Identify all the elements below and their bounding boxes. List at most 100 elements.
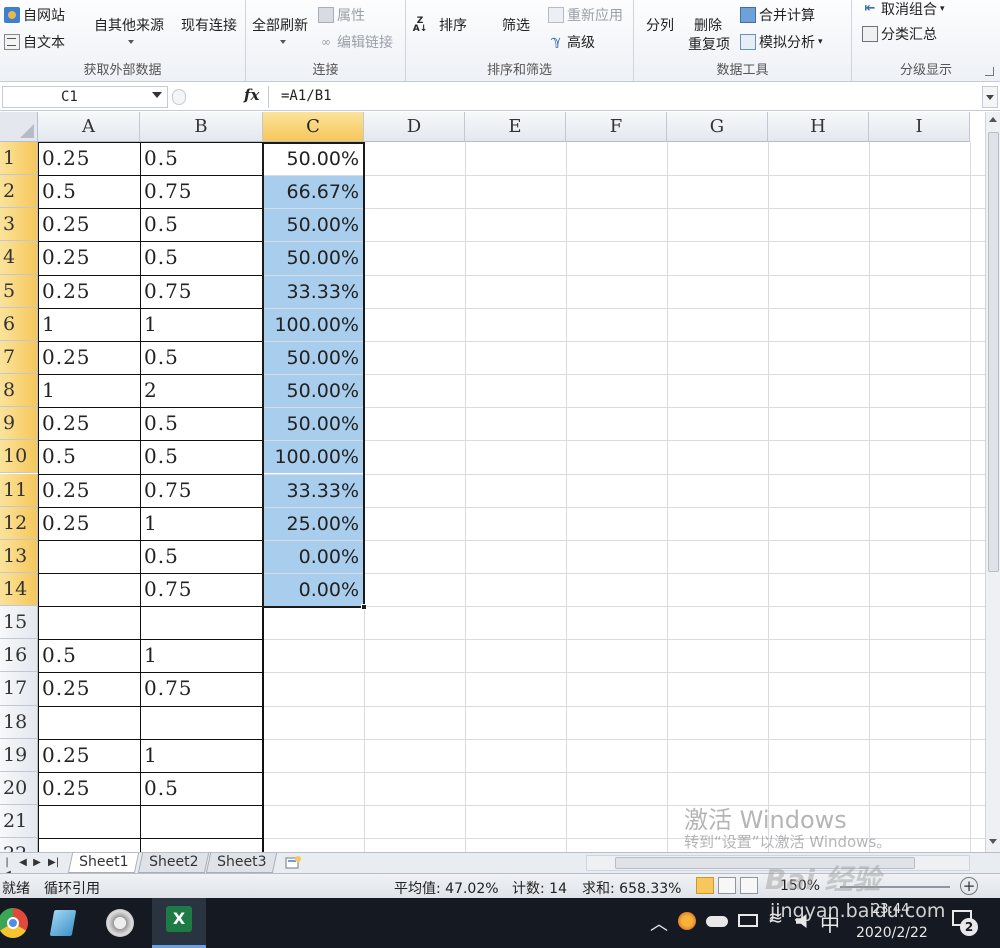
status-circular-reference[interactable]: 循环引用 — [44, 878, 100, 898]
cell-a15[interactable] — [38, 606, 140, 639]
cell-b15[interactable] — [140, 606, 263, 639]
dialog-launcher-icon[interactable] — [985, 67, 994, 76]
ungroup-button[interactable]: ⇤ 取消组合 ▾ — [862, 0, 945, 19]
formula-input[interactable]: =A1/B1 — [268, 86, 980, 108]
cell-b6[interactable]: 1 — [140, 308, 263, 341]
row-header[interactable]: 11 — [0, 473, 38, 507]
advanced-filter-button[interactable]: ℽ 高级 — [548, 32, 595, 52]
row-header[interactable]: 6 — [0, 307, 38, 341]
column-header-i[interactable]: I — [869, 112, 970, 142]
cell-a7[interactable]: 0.25 — [38, 341, 140, 374]
chrome-icon[interactable] — [0, 904, 34, 942]
column-header-d[interactable]: D — [364, 112, 465, 142]
cell-a3[interactable]: 0.25 — [38, 208, 140, 241]
row-header[interactable]: 4 — [0, 241, 38, 275]
insert-function-icon[interactable]: fx — [244, 86, 259, 104]
last-sheet-icon[interactable]: ▶| — [48, 857, 59, 869]
scroll-down-icon[interactable] — [988, 836, 999, 848]
cell-b17[interactable]: 0.75 — [140, 672, 263, 705]
row-header[interactable]: 12 — [0, 506, 38, 540]
page-break-view-button[interactable] — [740, 877, 758, 894]
column-header-b[interactable]: B — [140, 112, 263, 142]
cell-a17[interactable]: 0.25 — [38, 672, 140, 705]
subtotal-button[interactable]: 分类汇总 — [862, 24, 937, 44]
filter-button[interactable]: 筛选 — [502, 15, 530, 35]
cell-b3[interactable]: 0.5 — [140, 208, 263, 241]
worksheet-grid[interactable]: ABCDEFGHI 1 2 3 4 5 6 7 8 9 10 11 12 13 14 15 16 17 18 19 2… — [0, 112, 985, 852]
cell-a12[interactable]: 0.25 — [38, 507, 140, 540]
text-to-columns-button[interactable]: 分列 — [646, 15, 674, 35]
cell-a21[interactable] — [38, 805, 140, 838]
cell-a5[interactable]: 0.25 — [38, 275, 140, 308]
column-header-g[interactable]: G — [667, 112, 768, 142]
from-text-button[interactable]: 自文本 — [4, 32, 65, 52]
reapply-button[interactable]: 重新应用 — [548, 5, 623, 25]
onedrive-icon[interactable] — [706, 916, 728, 927]
column-header-e[interactable]: E — [465, 112, 566, 142]
row-header[interactable]: 20 — [0, 771, 38, 805]
vertical-scrollbar[interactable] — [985, 112, 1000, 852]
cell-b10[interactable]: 0.5 — [140, 440, 263, 473]
sort-button[interactable]: Z A↓ 排序 — [412, 15, 467, 35]
from-other-sources-button[interactable]: 自其他来源 — [94, 15, 164, 35]
cell-b5[interactable]: 0.75 — [140, 275, 263, 308]
prev-sheet-icon[interactable]: ◀ — [18, 857, 28, 869]
cell-a11[interactable]: 0.25 — [38, 474, 140, 507]
cell-b13[interactable]: 0.5 — [140, 540, 263, 573]
show-hidden-icons-icon[interactable]: ︿ — [650, 910, 668, 936]
row-header[interactable]: 14 — [0, 572, 38, 607]
column-header-f[interactable]: F — [566, 112, 667, 142]
zoom-in-button[interactable]: + — [960, 877, 978, 895]
row-header[interactable]: 9 — [0, 407, 38, 441]
tab-sheet2[interactable]: Sheet2 — [137, 853, 210, 873]
scroll-thumb[interactable] — [988, 132, 999, 572]
chevron-down-icon[interactable] — [152, 92, 162, 98]
row-header[interactable]: 17 — [0, 672, 38, 706]
row-header[interactable]: 5 — [0, 274, 38, 308]
row-header[interactable]: 21 — [0, 805, 38, 839]
cell-b21[interactable] — [140, 805, 263, 838]
cell-b16[interactable]: 1 — [140, 639, 263, 672]
cell-a19[interactable]: 0.25 — [38, 739, 140, 772]
cell-a10[interactable]: 0.5 — [38, 440, 140, 473]
cell-b9[interactable]: 0.5 — [140, 407, 263, 440]
properties-button[interactable]: 属性 — [318, 5, 365, 25]
cell-a1[interactable]: 0.25 — [38, 142, 140, 175]
cell-a20[interactable]: 0.25 — [38, 772, 140, 805]
fill-handle[interactable] — [361, 604, 367, 611]
row-header[interactable]: 22 — [0, 838, 38, 852]
row-header[interactable]: 13 — [0, 539, 38, 573]
cell-b12[interactable]: 1 — [140, 507, 263, 540]
next-sheet-icon[interactable]: ▶ — [32, 857, 42, 869]
column-header-c[interactable]: C — [263, 112, 364, 142]
cell-a6[interactable]: 1 — [38, 308, 140, 341]
from-web-button[interactable]: 自网站 — [4, 5, 65, 25]
battery-icon[interactable] — [738, 914, 758, 927]
cell-a8[interactable]: 1 — [38, 374, 140, 407]
cell-b22[interactable] — [140, 838, 263, 852]
remove-duplicates-button[interactable]: 删除 — [694, 15, 722, 35]
cell-b4[interactable]: 0.5 — [140, 241, 263, 274]
consolidate-button[interactable]: 合并计算 — [740, 5, 815, 25]
cell-b11[interactable]: 0.75 — [140, 474, 263, 507]
notification-center-icon[interactable]: 2 — [950, 908, 978, 936]
cell-b7[interactable]: 0.5 — [140, 341, 263, 374]
existing-connections-button[interactable]: 现有连接 — [181, 15, 237, 35]
row-header[interactable]: 18 — [0, 705, 38, 739]
cell-b14[interactable]: 0.75 — [140, 573, 263, 606]
cell-a16[interactable]: 0.5 — [38, 639, 140, 672]
tab-sheet1[interactable]: Sheet1 — [67, 853, 140, 873]
cell-b20[interactable]: 0.5 — [140, 772, 263, 805]
cell-b1[interactable]: 0.5 — [140, 142, 263, 175]
row-header[interactable]: 16 — [0, 639, 38, 673]
page-layout-view-button[interactable] — [718, 877, 736, 894]
normal-view-button[interactable] — [696, 877, 714, 894]
cell-b8[interactable]: 2 — [140, 374, 263, 407]
first-sheet-icon[interactable]: |◀ — [2, 857, 12, 880]
cell-a2[interactable]: 0.5 — [38, 175, 140, 208]
expand-formula-bar-button[interactable] — [982, 86, 998, 108]
cell-b19[interactable]: 1 — [140, 739, 263, 772]
edit-links-button[interactable]: ∞ 编辑链接 — [318, 32, 393, 52]
cell-a9[interactable]: 0.25 — [38, 407, 140, 440]
clock-date[interactable]: 2020/2/22 — [856, 925, 928, 941]
